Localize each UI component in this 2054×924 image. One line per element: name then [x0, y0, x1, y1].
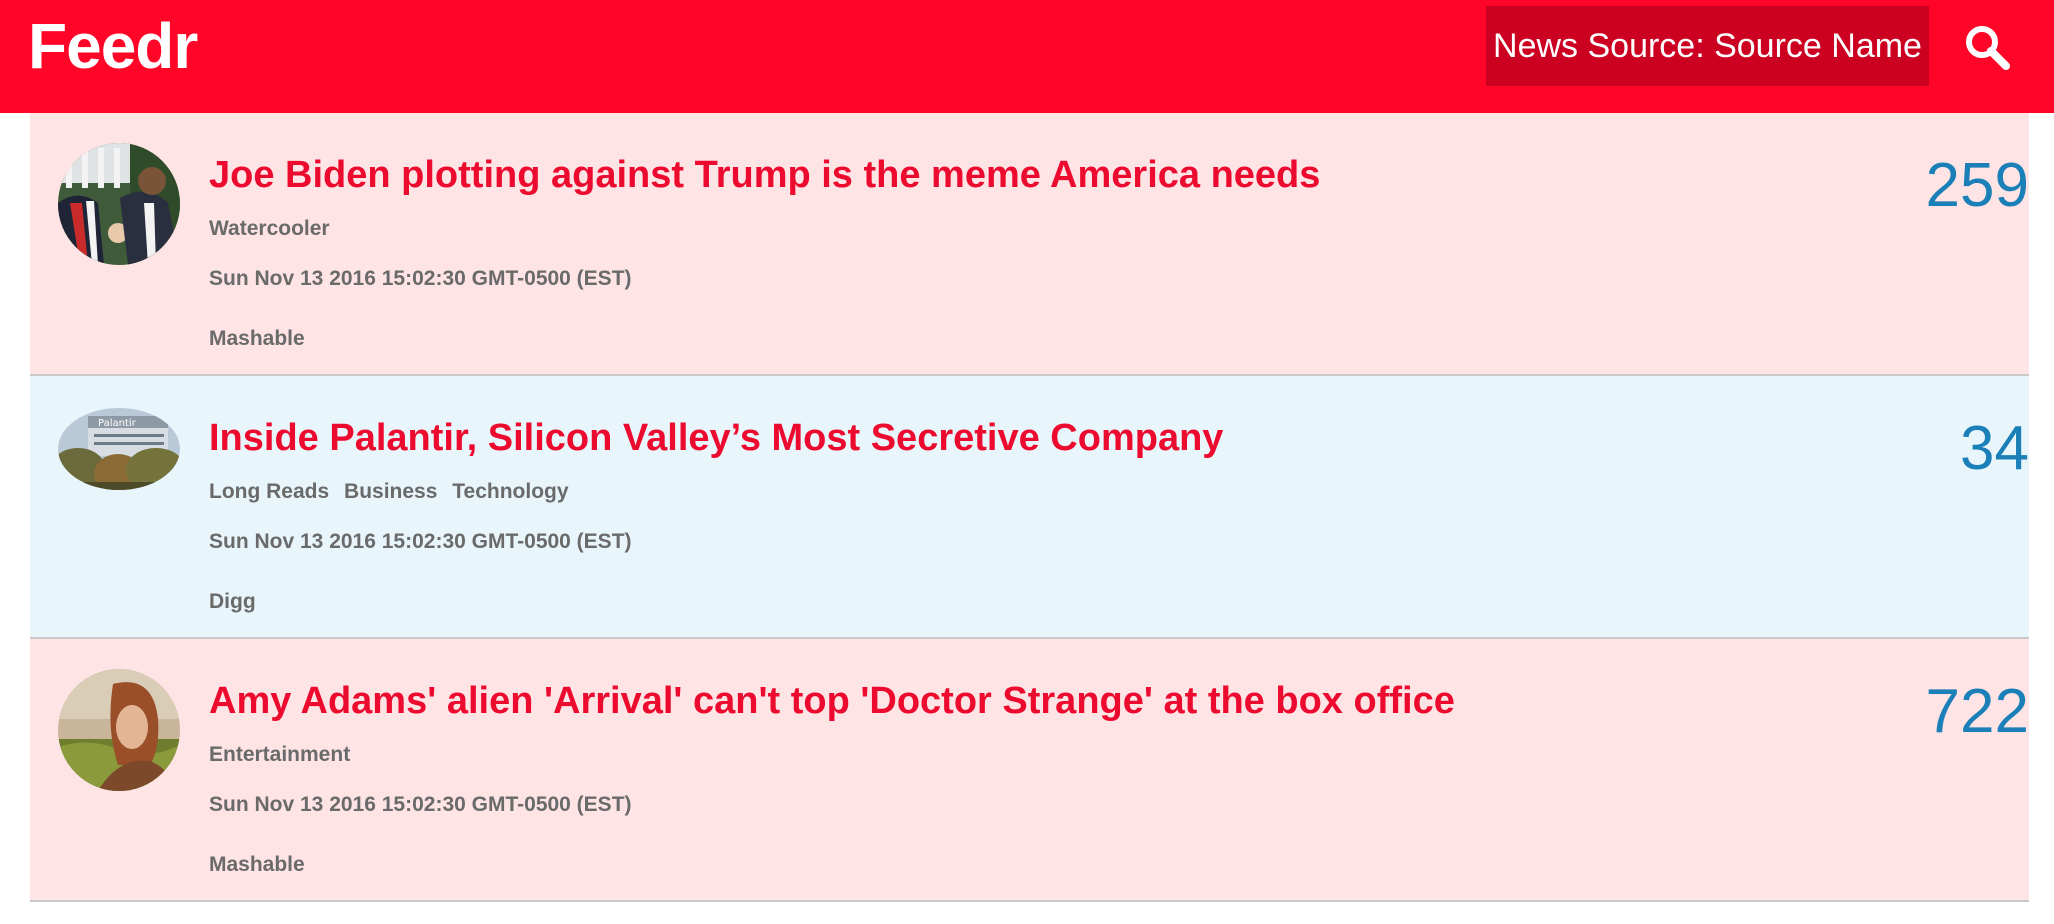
article-title[interactable]: Amy Adams' alien 'Arrival' can't top 'Do… — [209, 680, 1455, 723]
article-date: Sun Nov 13 2016 15:02:30 GMT-0500 (EST) — [209, 530, 632, 553]
article-thumbnail[interactable]: Palantir — [58, 408, 180, 490]
article-tag[interactable]: Technology — [452, 480, 568, 503]
article-tag[interactable]: Business — [344, 480, 437, 503]
article-tags: Long Reads Business Technology — [209, 480, 578, 504]
article-thumbnail[interactable] — [58, 143, 180, 265]
article-title[interactable]: Joe Biden plotting against Trump is the … — [209, 154, 1320, 197]
article-source: Mashable — [209, 853, 305, 876]
article-row[interactable]: Joe Biden plotting against Trump is the … — [30, 113, 2029, 376]
article-date: Sun Nov 13 2016 15:02:30 GMT-0500 (EST) — [209, 267, 632, 290]
article-count: 259 — [1925, 151, 2029, 220]
article-source: Digg — [209, 590, 256, 613]
search-icon — [1966, 26, 2010, 70]
article-thumbnail[interactable] — [58, 669, 180, 791]
article-source: Mashable — [209, 327, 305, 350]
article-title[interactable]: Inside Palantir, Silicon Valley’s Most S… — [209, 417, 1223, 460]
article-tag[interactable]: Long Reads — [209, 480, 329, 503]
article-count: 34 — [1960, 414, 2029, 483]
header-bar: Feedr News Source: Source Name — [0, 0, 2054, 113]
article-date: Sun Nov 13 2016 15:02:30 GMT-0500 (EST) — [209, 793, 632, 816]
search-button[interactable] — [1962, 22, 2014, 74]
news-source-selector[interactable]: News Source: Source Name — [1486, 6, 1929, 86]
biden-obama-photo — [58, 143, 180, 265]
app-logo[interactable]: Feedr — [28, 14, 198, 78]
article-tag[interactable]: Entertainment — [209, 743, 350, 766]
article-tags: Entertainment — [209, 743, 359, 767]
article-feed: Joe Biden plotting against Trump is the … — [30, 113, 2029, 924]
article-row[interactable]: Amy Adams' alien 'Arrival' can't top 'Do… — [30, 639, 2029, 902]
palantir-building-photo: Palantir — [58, 408, 180, 490]
article-count: 722 — [1925, 677, 2029, 746]
article-tag[interactable]: Watercooler — [209, 217, 330, 240]
amy-adams-photo — [58, 669, 180, 791]
article-row[interactable]: Palantir Inside Palantir, Silicon Valley… — [30, 376, 2029, 639]
svg-text:Palantir: Palantir — [98, 418, 137, 429]
article-tags: Watercooler — [209, 217, 339, 241]
